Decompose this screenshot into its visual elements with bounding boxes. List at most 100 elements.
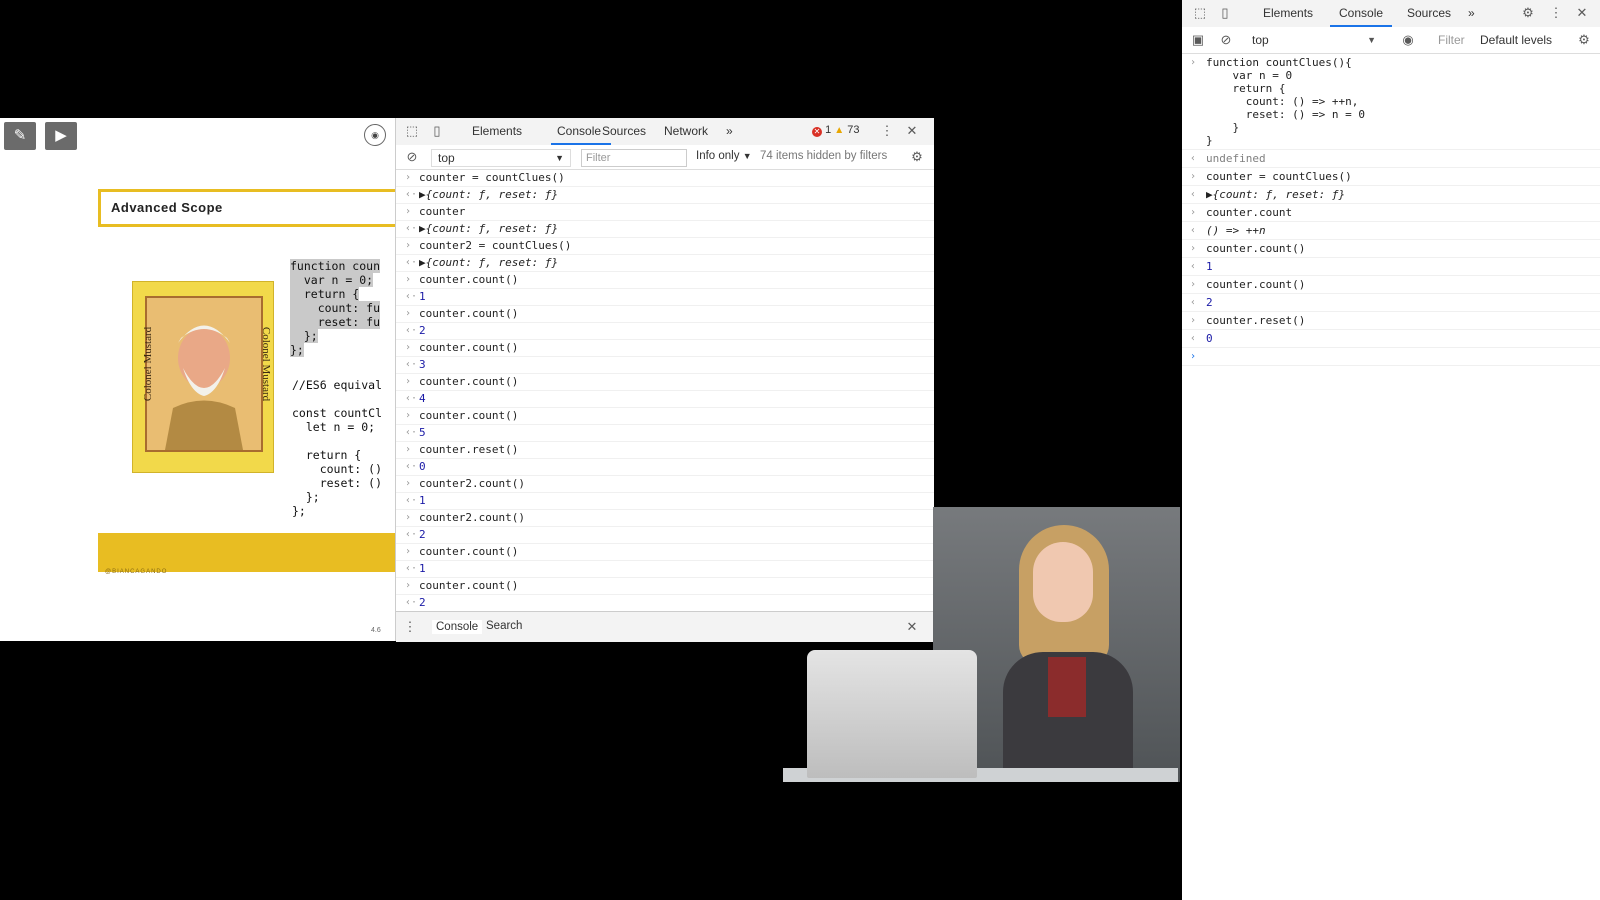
console-entry: › counter.count()	[396, 340, 934, 357]
console-entry: ‹· 5	[396, 425, 934, 442]
chevron-right-icon: ›	[405, 410, 412, 421]
inspect-element-icon[interactable]: ⬚	[1192, 5, 1208, 21]
console-text: counter.count()	[1206, 278, 1306, 291]
chevron-right-icon: ›	[405, 342, 412, 353]
tab-elements[interactable]: Elements	[1263, 6, 1313, 20]
return-arrow-icon: ‹·	[405, 223, 418, 234]
return-arrow-icon: ‹	[1190, 189, 1197, 200]
console-entry: ‹· 1	[396, 493, 934, 510]
inspect-element-icon[interactable]: ⬚	[404, 123, 420, 139]
console-text	[1206, 350, 1600, 363]
code-line: }	[1206, 134, 1213, 147]
console-entry: › counter.count()	[396, 408, 934, 425]
devtools-toolbar: ⬚ ▯ Elements Console Sources Network » ✕…	[396, 118, 934, 146]
log-levels-select[interactable]: Default levels	[1480, 32, 1552, 48]
code-line: function countClues(){	[1206, 56, 1352, 69]
drawer-tab-search[interactable]: Search	[486, 620, 522, 632]
close-icon[interactable]: ✕	[904, 619, 920, 635]
console-entry: ‹ ▶{count: ƒ, reset: ƒ}	[1182, 186, 1600, 204]
gear-icon[interactable]: ⚙	[1576, 32, 1592, 48]
kebab-menu-icon[interactable]: ⋮	[1548, 5, 1564, 21]
chevron-right-icon: ›	[1190, 243, 1197, 254]
console-entry: › counter = countClues()	[396, 170, 934, 187]
pen-tool-button[interactable]: ✎	[4, 122, 36, 150]
console-entry: › counter	[396, 204, 934, 221]
card-label-left: Colonel Mustard	[142, 326, 155, 402]
console-entry: ‹· 3	[396, 357, 934, 374]
console-text: () => ++n	[1206, 224, 1266, 237]
console-text: counter.count()	[419, 307, 519, 320]
clear-console-icon[interactable]: ⊘	[1218, 32, 1234, 48]
console-text: 0	[1206, 332, 1213, 345]
console-entry: ‹· ▶{count: ƒ, reset: ƒ}	[396, 187, 934, 204]
console-output[interactable]: › counter = countClues() ‹· ▶{count: ƒ, res…	[396, 170, 934, 611]
chevron-right-icon: ›	[405, 240, 412, 251]
gear-icon[interactable]: ⚙	[909, 149, 925, 165]
slide-code-bottom: //ES6 equival const countCl let n = 0; r…	[292, 378, 382, 518]
tab-console[interactable]: Console	[557, 124, 601, 138]
error-warning-counter[interactable]: ✕ 1 ▲ 73	[812, 124, 859, 137]
kebab-menu-icon[interactable]: ⋮	[402, 619, 418, 635]
chevron-right-icon: ›	[405, 376, 412, 387]
device-toggle-icon[interactable]: ▯	[429, 123, 445, 139]
chevron-right-icon: ›	[1190, 315, 1197, 326]
eye-icon[interactable]: ◉	[1400, 32, 1416, 48]
return-arrow-icon: ‹	[1190, 333, 1197, 344]
console-text: counter.count()	[419, 375, 519, 388]
chevron-down-icon: ▼	[742, 151, 752, 161]
code-line: const countCl	[292, 406, 383, 420]
tab-console[interactable]: Console	[1339, 6, 1383, 20]
tab-elements[interactable]: Elements	[472, 124, 522, 138]
console-text: counter.count	[1206, 206, 1293, 219]
console-entry: ‹· 1	[396, 289, 934, 306]
drawer-tab-console[interactable]: Console	[432, 620, 483, 634]
sidebar-toggle-icon[interactable]: ▣	[1190, 32, 1206, 48]
tab-network[interactable]: Network	[664, 124, 708, 138]
log-levels-value: Info only	[696, 150, 740, 162]
chevron-right-icon: ›	[405, 206, 412, 217]
chevron-right-icon: ›	[405, 308, 412, 319]
portrait-illustration	[147, 298, 261, 450]
chevron-right-icon: ›	[405, 274, 412, 285]
devtools-embedded: ⬚ ▯ Elements Console Sources Network » ✕…	[395, 118, 934, 642]
close-icon[interactable]: ✕	[904, 123, 920, 139]
tab-sources[interactable]: Sources	[602, 124, 646, 138]
console-entry: › counter.count()	[396, 306, 934, 323]
play-button[interactable]: ▶	[45, 122, 77, 150]
tab-sources[interactable]: Sources	[1407, 6, 1451, 20]
console-prompt[interactable]: ›	[1182, 348, 1600, 366]
console-entry: ‹· 0	[396, 459, 934, 476]
console-text: counter.reset()	[1206, 314, 1306, 327]
more-tabs-icon[interactable]: »	[726, 124, 733, 138]
console-text: 0	[419, 460, 426, 473]
kebab-menu-icon[interactable]: ⋮	[879, 123, 895, 139]
console-entry: › counter.count()	[396, 578, 934, 595]
console-entry: › counter = countClues()	[1182, 168, 1600, 186]
context-select[interactable]: top ▼	[431, 149, 571, 167]
filter-input[interactable]: Filter	[1438, 32, 1474, 48]
console-entry: ‹· 4	[396, 391, 934, 408]
gear-icon[interactable]: ⚙	[1520, 5, 1536, 21]
console-text: 5	[419, 426, 426, 439]
console-entry: › counter.count	[1182, 204, 1600, 222]
console-output[interactable]: › function countClues(){ var n = 0 return…	[1182, 54, 1600, 900]
code-line: };	[290, 343, 304, 357]
console-text: counter2.count()	[419, 511, 525, 524]
laptop	[783, 650, 1178, 783]
chevron-right-icon: ›	[1190, 207, 1197, 218]
device-toggle-icon[interactable]: ▯	[1217, 5, 1233, 21]
console-text: counter = countClues()	[419, 171, 565, 184]
filter-input[interactable]: Filter	[581, 149, 687, 167]
clear-console-icon[interactable]: ⊘	[404, 149, 420, 165]
chevron-right-icon: ›	[405, 478, 412, 489]
context-select[interactable]: top ▼	[1252, 32, 1376, 48]
console-entry: ‹· 2	[396, 323, 934, 340]
console-entry: ‹ 1	[1182, 258, 1600, 276]
console-text: 4	[419, 392, 426, 405]
slide-page-number: 4.6	[371, 627, 381, 634]
console-text: counter.count()	[419, 409, 519, 422]
close-icon[interactable]: ✕	[1574, 5, 1590, 21]
more-tabs-icon[interactable]: »	[1468, 6, 1475, 20]
log-levels-select[interactable]: Info only ▼	[696, 150, 752, 162]
